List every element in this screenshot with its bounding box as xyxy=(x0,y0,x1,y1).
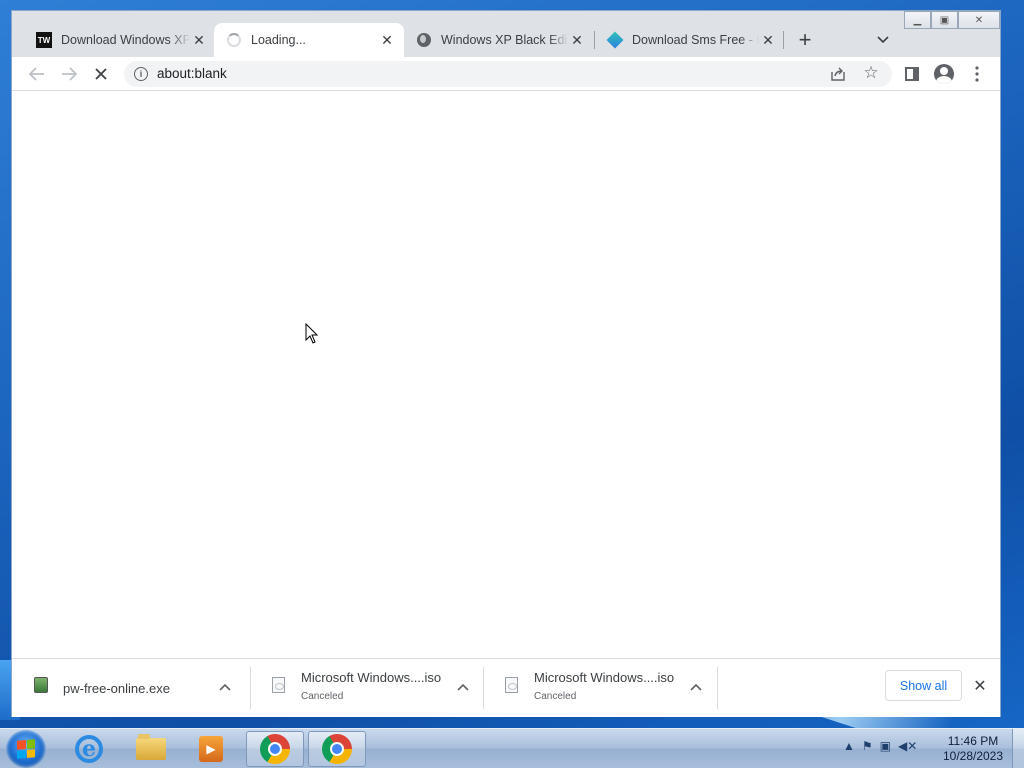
mouse-cursor-icon xyxy=(305,323,319,344)
chevron-up-icon[interactable] xyxy=(217,679,233,695)
forward-button[interactable] xyxy=(56,62,82,86)
taskbar-chrome-2[interactable] xyxy=(308,731,366,767)
network-icon[interactable]: ▣ xyxy=(880,739,891,753)
minimize-button[interactable]: ▁ xyxy=(904,11,931,29)
close-window-button[interactable]: ✕ xyxy=(958,11,1000,29)
stop-button[interactable] xyxy=(88,62,114,86)
taskbar-internet-explorer[interactable]: e xyxy=(60,731,118,767)
download-filename: pw-free-online.exe xyxy=(63,681,170,696)
gem-favicon-icon xyxy=(606,31,624,49)
browser-window: TW Download Windows XP ✕ Loading... ✕ Wi… xyxy=(11,10,1001,717)
tab-separator xyxy=(783,31,784,49)
system-tray: ▲ ⚑ ▣ ◀✕ xyxy=(843,739,917,753)
avatar xyxy=(934,64,954,84)
side-panel-button[interactable] xyxy=(899,62,925,86)
kebab-menu-icon xyxy=(975,66,979,82)
back-button[interactable] xyxy=(24,62,50,86)
taskbar-file-explorer[interactable] xyxy=(122,731,180,767)
restore-button[interactable]: ▣ xyxy=(931,11,958,29)
window-controls: ▁ ▣ ✕ xyxy=(904,11,1000,29)
download-item[interactable]: Microsoft Windows....iso Canceled xyxy=(250,659,483,717)
tab-windows-xp-black-edition[interactable]: Windows XP Black Edition ✕ xyxy=(404,23,594,57)
close-tab-icon[interactable]: ✕ xyxy=(568,31,586,49)
taskbar-chrome-1[interactable] xyxy=(246,731,304,767)
address-bar[interactable]: i about:blank ☆ xyxy=(124,61,892,87)
close-tab-icon[interactable]: ✕ xyxy=(190,31,208,49)
tab-title: Download Sms Free - B xyxy=(632,33,759,47)
address-text[interactable]: about:blank xyxy=(157,66,227,81)
download-status: Canceled xyxy=(301,691,344,702)
clock[interactable]: 11:46 PM 10/28/2023 xyxy=(936,734,1010,764)
close-tab-icon[interactable]: ✕ xyxy=(759,31,777,49)
close-tab-icon[interactable]: ✕ xyxy=(378,31,396,49)
stop-x-icon xyxy=(95,68,107,80)
chevron-up-icon[interactable] xyxy=(455,679,471,695)
show-hidden-icons-icon[interactable]: ▲ xyxy=(843,739,855,753)
tab-search-button[interactable] xyxy=(870,27,896,53)
new-tab-button[interactable]: + xyxy=(792,27,818,53)
tab-title: Windows XP Black Edition xyxy=(441,33,568,47)
tab-download-windows-xp[interactable]: TW Download Windows XP ✕ xyxy=(24,23,216,57)
download-divider xyxy=(717,667,718,709)
arrow-right-icon xyxy=(62,67,77,81)
globe-icon xyxy=(416,32,432,48)
download-shelf: pw-free-online.exe Microsoft Windows....… xyxy=(12,658,1000,717)
arrow-left-icon xyxy=(29,67,44,81)
exe-file-icon xyxy=(34,677,50,695)
download-filename: Microsoft Windows....iso xyxy=(301,670,442,685)
file-icon xyxy=(505,677,521,695)
clock-time: 11:46 PM xyxy=(947,734,999,748)
download-item[interactable]: pw-free-online.exe xyxy=(12,659,245,717)
loading-spinner-icon xyxy=(226,32,242,48)
taskbar: e ▶ ▲ ⚑ ▣ ◀✕ 11:46 PM 10/28/2023 xyxy=(0,728,1024,768)
page-content[interactable] xyxy=(12,91,1000,658)
show-all-button[interactable]: Show all xyxy=(885,670,962,701)
action-center-icon[interactable]: ⚑ xyxy=(862,739,873,753)
clock-date: 10/28/2023 xyxy=(942,749,1004,763)
tab-download-sms-free[interactable]: Download Sms Free - B ✕ xyxy=(595,23,785,57)
media-player-icon: ▶ xyxy=(199,736,223,762)
side-panel-icon xyxy=(905,67,919,81)
tw-favicon-icon: TW xyxy=(36,32,52,48)
taskbar-media-player[interactable]: ▶ xyxy=(182,731,240,767)
profile-button[interactable] xyxy=(931,62,957,86)
bookmark-star-icon[interactable]: ☆ xyxy=(861,63,881,83)
close-icon[interactable]: ✕ xyxy=(970,676,990,696)
volume-muted-icon[interactable]: ◀✕ xyxy=(898,739,917,753)
share-icon[interactable] xyxy=(828,64,848,84)
chevron-down-icon xyxy=(877,36,889,44)
download-item[interactable]: Microsoft Windows....iso Canceled xyxy=(483,659,716,717)
menu-button[interactable] xyxy=(964,62,990,86)
chrome-icon xyxy=(260,734,290,764)
start-button[interactable] xyxy=(6,730,46,768)
folder-icon xyxy=(136,734,166,760)
download-filename: Microsoft Windows....iso xyxy=(534,670,675,685)
browser-toolbar: i about:blank ☆ xyxy=(12,57,1000,91)
show-desktop-button[interactable] xyxy=(1012,729,1024,768)
internet-explorer-icon: e xyxy=(75,735,103,763)
download-status: Canceled xyxy=(534,691,577,702)
windows-logo-icon xyxy=(17,739,35,759)
tab-strip: TW Download Windows XP ✕ Loading... ✕ Wi… xyxy=(12,11,1000,57)
file-icon xyxy=(272,677,288,695)
tab-title: Download Windows XP xyxy=(61,33,190,47)
tab-title: Loading... xyxy=(251,33,306,47)
chrome-icon xyxy=(322,734,352,764)
site-info-icon[interactable]: i xyxy=(134,67,148,81)
chevron-up-icon[interactable] xyxy=(688,679,704,695)
tab-loading[interactable]: Loading... ✕ xyxy=(214,23,404,57)
